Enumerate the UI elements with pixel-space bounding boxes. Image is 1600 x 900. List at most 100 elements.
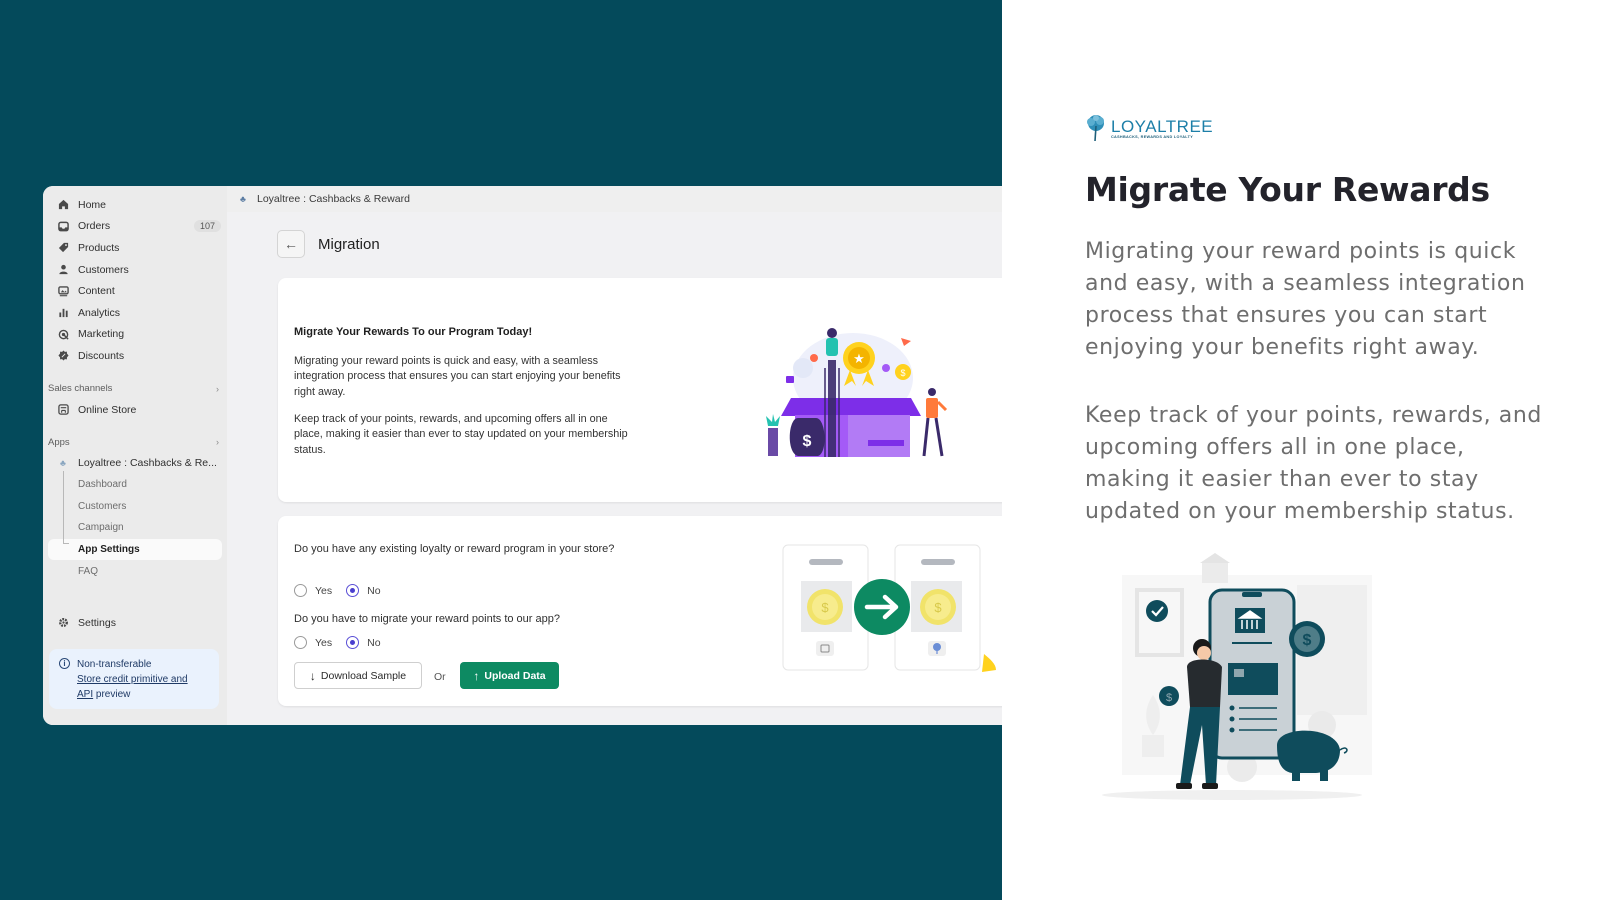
subitem-label: FAQ xyxy=(78,565,99,577)
arrow-left-icon: ← xyxy=(284,236,298,252)
svg-text:$: $ xyxy=(1303,632,1312,649)
discount-icon xyxy=(57,350,69,362)
loyaltree-logo: LOYALTREE CASHBACKS, REWARDS AND LOYALTY xyxy=(1085,114,1213,142)
intro-title: Migrate Your Rewards To our Program Toda… xyxy=(294,326,533,338)
radio-existing-no[interactable] xyxy=(346,584,360,597)
sidebar-item-label: Customers xyxy=(78,263,129,276)
radio-group-migrate-points: Yes No xyxy=(294,636,395,649)
question-existing-program: Do you have any existing loyalty or rewa… xyxy=(294,543,615,555)
sidebar-item-online-store[interactable]: Online Store xyxy=(43,399,227,421)
api-link[interactable]: API xyxy=(77,689,93,700)
migration-form-card: Do you have any existing loyalty or rewa… xyxy=(278,516,1002,706)
tree-hook xyxy=(63,543,69,544)
transfer-illustration: $ $ xyxy=(782,544,996,672)
sidebar-subitem-app-settings[interactable]: App Settings xyxy=(48,538,222,561)
info-icon: i xyxy=(59,658,70,669)
notice-banner: i Non-transferable Store credit primitiv… xyxy=(49,649,219,709)
sidebar-item-products[interactable]: Products xyxy=(43,237,227,259)
sidebar-item-label: Orders xyxy=(78,220,111,233)
sidebar-item-label: Loyaltree : Cashbacks & Re... xyxy=(78,457,217,470)
sidebar-item-discounts[interactable]: Discounts xyxy=(43,345,227,367)
tree-logo-icon xyxy=(1087,115,1104,142)
breadcrumb-app-name[interactable]: Loyaltree : Cashbacks & Reward xyxy=(257,193,410,205)
sidebar-item-label: Content xyxy=(78,285,115,298)
subitem-label: App Settings xyxy=(78,544,140,556)
sidebar-item-label: Products xyxy=(78,241,120,254)
svg-text:$: $ xyxy=(1166,692,1172,704)
sidebar-item-content[interactable]: Content xyxy=(43,280,227,302)
notice-link[interactable]: Store credit primitive and xyxy=(77,674,188,685)
intro-paragraph-2: Keep track of your points, rewards, and … xyxy=(294,413,628,456)
radio-label: Yes xyxy=(315,636,333,649)
tree-line xyxy=(63,471,64,543)
sales-channels-header[interactable]: Sales channels › xyxy=(43,379,227,399)
upload-data-button[interactable]: ↑ Upload Data xyxy=(460,662,559,689)
intro-card: Migrate Your Rewards To our Program Toda… xyxy=(278,278,1002,502)
download-sample-label: Download Sample xyxy=(320,669,407,682)
promo-panel: LOYALTREE CASHBACKS, REWARDS AND LOYALTY… xyxy=(1002,0,1600,900)
radio-group-existing-program: Yes No xyxy=(294,584,395,597)
promo-title: Migrate Your Rewards xyxy=(1085,170,1490,209)
svg-text:$: $ xyxy=(900,368,905,378)
arrow-up-icon: ↑ xyxy=(473,668,480,683)
sidebar-item-label: Analytics xyxy=(78,306,121,319)
back-button[interactable]: ← xyxy=(277,230,305,258)
bar-chart-icon xyxy=(57,307,69,319)
radio-label: No xyxy=(367,636,381,649)
radio-label: Yes xyxy=(315,584,333,597)
person-icon xyxy=(57,264,69,276)
subitem-label: Campaign xyxy=(78,522,124,534)
intro-paragraph-1: Migrating your reward points is quick an… xyxy=(294,355,621,398)
app-logo-icon: ♣ xyxy=(240,194,246,204)
logo-wordmark: LOYALTREE xyxy=(1111,116,1214,136)
or-separator: Or xyxy=(434,671,446,683)
sidebar-item-home[interactable]: Home xyxy=(43,194,227,216)
chevron-right-icon: › xyxy=(216,383,219,394)
page-title: Migration xyxy=(318,235,380,253)
backdrop: Home Orders 107 Products Customers Conte… xyxy=(0,0,1002,900)
sidebar-subitem-dashboard[interactable]: Dashboard xyxy=(43,474,227,496)
sidebar-item-marketing[interactable]: Marketing xyxy=(43,324,227,346)
svg-text:$: $ xyxy=(803,433,812,450)
chevron-right-icon: › xyxy=(216,437,219,448)
rewards-box-illustration: ★ $ $ xyxy=(766,328,948,457)
radio-label: No xyxy=(367,584,381,597)
sidebar-item-label: Discounts xyxy=(78,349,125,362)
sidebar-item-label: Marketing xyxy=(78,328,125,341)
sidebar-subitem-campaign[interactable]: Campaign xyxy=(43,517,227,539)
radio-existing-yes[interactable] xyxy=(294,584,307,597)
notice-title: Non-transferable xyxy=(77,659,152,670)
orders-count-badge: 107 xyxy=(193,220,221,233)
radio-migrate-yes[interactable] xyxy=(294,636,307,649)
sidebar-item-orders[interactable]: Orders 107 xyxy=(43,216,227,238)
subitem-label: Dashboard xyxy=(78,479,127,491)
sidebar-item-label: Settings xyxy=(78,616,116,629)
image-icon xyxy=(57,285,69,297)
question-migrate-points: Do you have to migrate your reward point… xyxy=(294,613,560,625)
arrow-down-icon: ↓ xyxy=(309,668,316,683)
sidebar-item-label: Online Store xyxy=(78,403,137,416)
home-icon xyxy=(57,199,69,211)
target-icon xyxy=(57,328,69,340)
svg-text:$: $ xyxy=(821,600,829,615)
subitem-label: Customers xyxy=(78,500,127,512)
breadcrumb: ♣ Loyaltree : Cashbacks & Reward xyxy=(227,186,1002,212)
sidebar-subitem-faq[interactable]: FAQ xyxy=(43,560,227,582)
store-icon xyxy=(57,404,69,416)
tag-icon xyxy=(57,242,69,254)
sidebar-item-customers[interactable]: Customers xyxy=(43,259,227,281)
apps-header[interactable]: Apps › xyxy=(43,432,227,452)
sidebar-subitem-customers[interactable]: Customers xyxy=(43,496,227,518)
promo-paragraph-2: Keep track of your points, rewards, and … xyxy=(1085,403,1542,524)
main-content: ♣ Loyaltree : Cashbacks & Reward ← Migra… xyxy=(227,186,1002,725)
sidebar-item-label: Home xyxy=(78,198,107,211)
radio-migrate-no[interactable] xyxy=(346,636,360,649)
download-sample-button[interactable]: ↓ Download Sample xyxy=(294,662,422,689)
sidebar: Home Orders 107 Products Customers Conte… xyxy=(43,186,227,725)
sidebar-item-analytics[interactable]: Analytics xyxy=(43,302,227,324)
admin-window: Home Orders 107 Products Customers Conte… xyxy=(43,186,1002,725)
sidebar-item-settings[interactable]: Settings xyxy=(43,612,227,634)
svg-text:★: ★ xyxy=(853,351,865,366)
mobile-banking-illustration: $ $ xyxy=(1102,553,1372,800)
sidebar-item-loyaltree-app[interactable]: ♣ Loyaltree : Cashbacks & Re... xyxy=(43,452,227,474)
